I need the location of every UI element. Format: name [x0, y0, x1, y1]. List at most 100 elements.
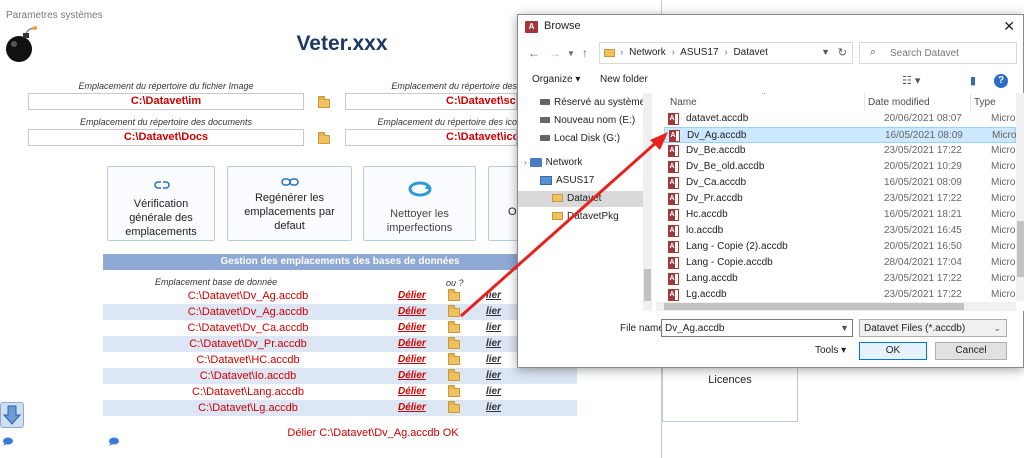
unlink-button[interactable]: Délier	[398, 304, 426, 320]
organize-button[interactable]: Organize ▾	[532, 74, 580, 85]
folder-icon[interactable]	[448, 305, 460, 317]
regenerate-locations-button[interactable]: Regénérer les emplacements par defaut	[227, 166, 352, 241]
nav-item-local-disk[interactable]: Local Disk (G:)	[540, 131, 620, 147]
folder-icon[interactable]	[448, 289, 460, 301]
breadcrumb-network[interactable]: Network	[629, 47, 666, 58]
help-icon[interactable]: ?	[994, 74, 1008, 88]
nav-item-reserved-system[interactable]: Réservé au système (I	[540, 95, 652, 111]
nav-item-datavet[interactable]: Datavet	[552, 191, 601, 207]
nav-scrollbar-thumb[interactable]	[644, 269, 651, 301]
scrollbar-thumb[interactable]	[664, 303, 964, 310]
scan-dir-field[interactable]: C:\Datavet\scan	[345, 93, 517, 110]
link-button[interactable]: lier	[486, 320, 501, 336]
column-header-date[interactable]: Date modified	[868, 97, 930, 108]
breadcrumb-asus17[interactable]: ASUS17	[680, 47, 718, 58]
scrollbar-thumb[interactable]	[1017, 221, 1024, 277]
icon-dir-field[interactable]: C:\Datavet\icon	[345, 129, 517, 146]
comment-icon[interactable]	[108, 437, 120, 447]
nav-item-new-name[interactable]: Nouveau nom (E:)	[540, 113, 635, 129]
view-options-icon[interactable]: ☷ ▾	[902, 74, 920, 87]
column-header-type[interactable]: Type	[974, 97, 996, 108]
address-bar[interactable]: › Network › ASUS17 › Datavet ▼ ↻	[599, 42, 853, 64]
link-button[interactable]: lier	[486, 336, 501, 352]
file-row[interactable]: Lang - Copie.accdb28/04/2021 17:04Micros…	[664, 255, 1024, 271]
image-dir-field[interactable]: C:\Datavet\im	[28, 93, 304, 110]
column-separator[interactable]	[864, 93, 865, 111]
close-icon[interactable]: ✕	[1003, 18, 1015, 35]
unlink-button[interactable]: Délier	[398, 288, 426, 304]
file-type-select[interactable]: Datavet Files (*.accdb) ⌄	[859, 319, 1007, 337]
drive-icon	[540, 135, 550, 142]
file-list-horizontal-scrollbar[interactable]	[656, 302, 1016, 311]
folder-icon[interactable]	[448, 353, 460, 365]
options-button[interactable]: Op	[488, 166, 518, 241]
nav-item-datavetpkg[interactable]: DatavetPkg	[552, 209, 619, 225]
link-button[interactable]: lier	[486, 400, 501, 416]
file-row[interactable]: datavet.accdb20/06/2021 08:07Microso	[664, 111, 1024, 127]
file-date: 16/05/2021 18:21	[884, 209, 962, 220]
folder-icon[interactable]	[448, 321, 460, 333]
file-type-value: Datavet Files (*.accdb)	[864, 323, 966, 334]
folder-icon[interactable]	[448, 369, 460, 381]
folder-icon[interactable]	[448, 401, 460, 413]
link-button[interactable]: lier	[486, 304, 501, 320]
back-arrow-icon[interactable]: ←	[528, 46, 540, 60]
nav-item-network[interactable]: › Network	[524, 155, 582, 171]
file-row[interactable]: Dv_Be_old.accdb20/05/2021 10:29Microso	[664, 159, 1024, 175]
file-name: Dv_Be_old.accdb	[686, 161, 765, 172]
link-button[interactable]: lier	[486, 352, 501, 368]
chevron-down-icon[interactable]: ▼	[821, 47, 830, 57]
folder-icon[interactable]	[318, 132, 330, 144]
file-row[interactable]: Dv_Ca.accdb16/05/2021 08:09Microso	[664, 175, 1024, 191]
file-row[interactable]: Dv_Pr.accdb23/05/2021 17:22Microso	[664, 191, 1024, 207]
file-row-selected[interactable]: Dv_Ag.accdb16/05/2021 08:09Microso	[664, 127, 1024, 143]
access-file-icon	[668, 193, 679, 205]
db-panel-header: Gestion des emplacements des bases de do…	[103, 254, 577, 270]
unlink-button[interactable]: Délier	[398, 352, 426, 368]
unlink-button[interactable]: Délier	[398, 336, 426, 352]
up-arrow-icon[interactable]: ↑	[582, 46, 588, 60]
docs-dir-field[interactable]: C:\Datavet\Docs	[28, 129, 304, 146]
verify-locations-button[interactable]: Vérification générale des emplacements	[107, 166, 215, 241]
unlink-button[interactable]: Délier	[398, 368, 426, 384]
new-folder-button[interactable]: New folder	[600, 74, 648, 85]
ok-button[interactable]: OK	[859, 342, 927, 360]
file-row[interactable]: Hc.accdb16/05/2021 18:21Microso	[664, 207, 1024, 223]
unlink-button[interactable]: Délier	[398, 320, 426, 336]
chevron-down-icon[interactable]: ▼	[840, 323, 849, 333]
chevron-down-icon[interactable]: ▼	[567, 49, 575, 58]
unlink-button[interactable]: Délier	[398, 400, 426, 416]
forward-arrow-icon[interactable]: →	[549, 46, 561, 60]
file-name-input[interactable]: Dv_Ag.accdb ▼	[661, 319, 853, 337]
file-row[interactable]: Dv_Be.accdb23/05/2021 17:22Microso	[664, 143, 1024, 159]
folder-icon[interactable]	[448, 385, 460, 397]
unlink-button[interactable]: Délier	[398, 384, 426, 400]
cancel-button[interactable]: Cancel	[935, 342, 1007, 360]
column-header-name[interactable]: Name	[670, 97, 697, 108]
nav-scrollbar[interactable]	[643, 93, 652, 311]
column-separator[interactable]	[970, 93, 971, 111]
folder-icon[interactable]	[318, 96, 330, 108]
access-file-icon	[668, 209, 679, 221]
file-list-vertical-scrollbar[interactable]	[1016, 93, 1024, 301]
link-button[interactable]: lier	[486, 288, 501, 304]
dialog-title: Browse	[544, 20, 581, 32]
breadcrumb-datavet[interactable]: Datavet	[733, 47, 767, 58]
link-button[interactable]: lier	[486, 384, 501, 400]
file-row[interactable]: lo.accdb23/05/2021 16:45Microso	[664, 223, 1024, 239]
licences-panel[interactable]: Licences	[662, 362, 798, 422]
nav-item-asus17[interactable]: ASUS17	[540, 173, 594, 189]
folder-icon[interactable]	[448, 337, 460, 349]
preview-pane-icon[interactable]: ▮	[970, 74, 976, 87]
search-input[interactable]: ⌕ Search Datavet	[859, 42, 1017, 64]
tools-button[interactable]: Tools ▾	[815, 345, 846, 356]
clean-imperfections-button[interactable]: Nettoyer les imperfections	[363, 166, 476, 241]
file-row[interactable]: Lang.accdb23/05/2021 17:22Microso	[664, 271, 1024, 287]
file-row[interactable]: Lang - Copie (2).accdb20/05/2021 16:50Mi…	[664, 239, 1024, 255]
file-row[interactable]: Lg.accdb23/05/2021 17:22Microso	[664, 287, 1024, 303]
link-button[interactable]: lier	[486, 368, 501, 384]
refresh-icon[interactable]: ↻	[838, 46, 847, 59]
download-arrow-button[interactable]	[0, 402, 24, 428]
comment-icon[interactable]	[2, 437, 14, 447]
chevron-down-icon[interactable]: ›	[524, 158, 527, 167]
